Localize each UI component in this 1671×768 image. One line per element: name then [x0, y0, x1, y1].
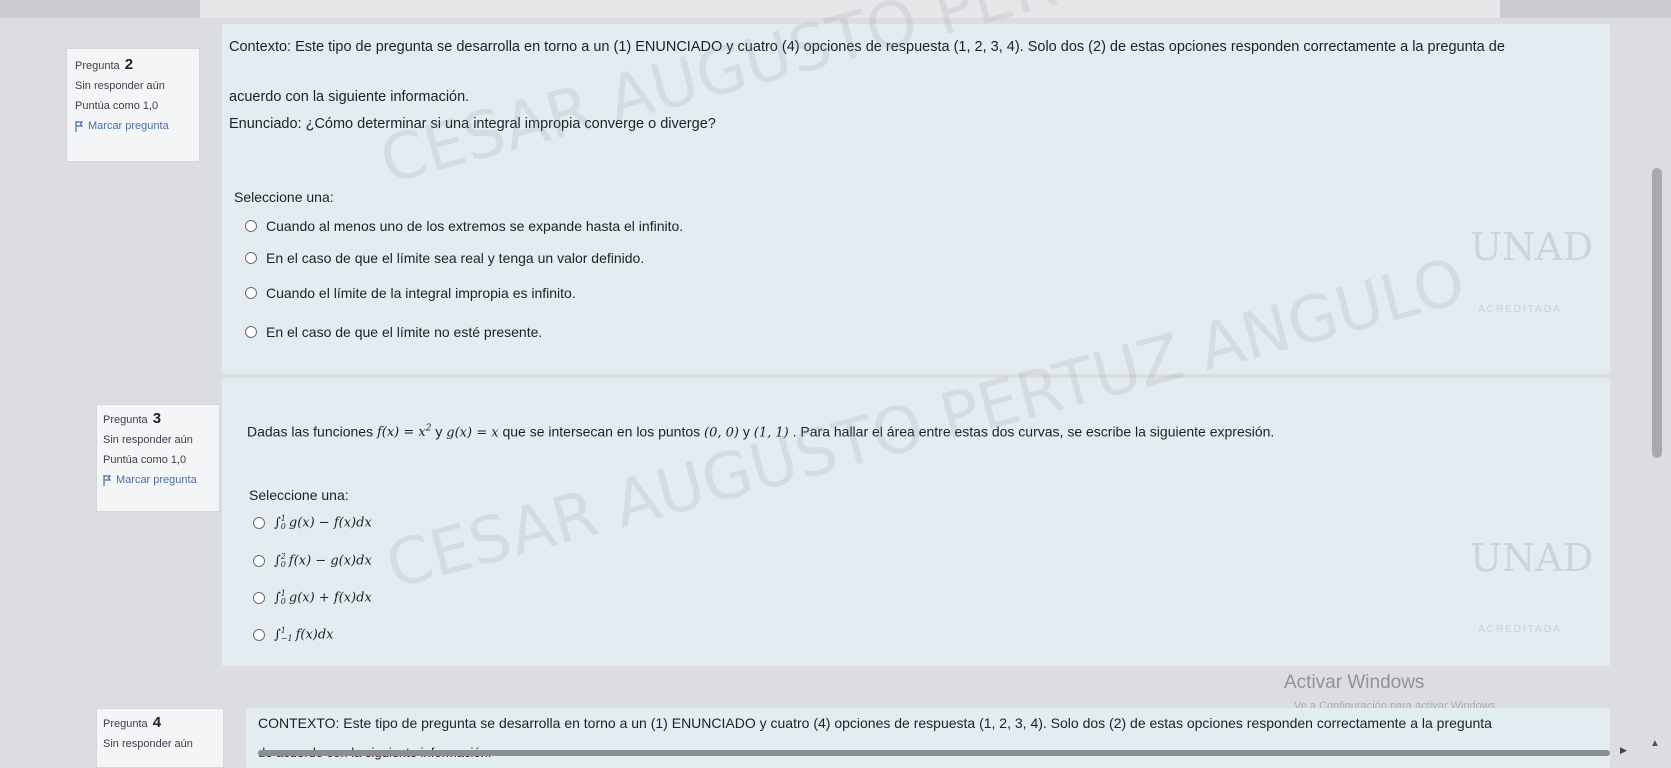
question-info-3: Pregunta 3 Sin responder aún Puntúa como…: [96, 404, 220, 512]
select-prompt: Seleccione una:: [234, 189, 334, 205]
question-text-line: Enunciado: ¿Cómo determinar si una integ…: [229, 116, 716, 132]
flag-question-button[interactable]: Marcar pregunta: [103, 470, 213, 490]
answer-option[interactable]: En el caso de que el límite no esté pres…: [245, 324, 542, 340]
question-number: Pregunta 3: [103, 410, 162, 427]
answer-option[interactable]: En el caso de que el límite sea real y t…: [245, 250, 644, 266]
question-points: Puntúa como 1,0: [103, 454, 187, 466]
radio-button[interactable]: [253, 555, 265, 567]
text-part: y: [742, 423, 750, 440]
text-part: y: [435, 423, 443, 440]
flag-question-button[interactable]: Marcar pregunta: [75, 116, 191, 136]
flag-icon: [103, 474, 112, 486]
radio-button[interactable]: [245, 220, 257, 232]
vertical-scrollbar-thumb[interactable]: [1652, 168, 1662, 458]
answer-option[interactable]: Cuando el límite de la integral impropia…: [245, 285, 576, 301]
radio-button[interactable]: [245, 287, 257, 299]
question-info-2: Pregunta 2 Sin responder aún Puntúa como…: [66, 48, 200, 162]
flag-label: Marcar pregunta: [88, 120, 169, 132]
answer-option[interactable]: ∫ 1 −1 f(x)dx: [253, 627, 334, 643]
select-prompt: Seleccione una:: [249, 487, 349, 503]
answer-option[interactable]: Cuando al menos uno de los extremos se e…: [245, 218, 683, 234]
radio-button[interactable]: [253, 592, 265, 604]
question-text-line: Contexto: Este tipo de pregunta se desar…: [229, 39, 1505, 55]
integral-expression: ∫ 1 −1 f(x)dx: [274, 626, 334, 643]
option-label: Cuando al menos uno de los extremos se e…: [266, 218, 684, 234]
function-f: f(x) = x2: [376, 424, 432, 441]
answer-option[interactable]: ∫ 2 0 f(x) − g(x)dx: [253, 553, 372, 569]
scroll-up-arrow-icon[interactable]: ▲: [1650, 738, 1660, 749]
radio-button[interactable]: [253, 629, 265, 641]
flag-label: Marcar pregunta: [116, 474, 197, 486]
exponent: 2: [425, 424, 432, 434]
text-part: que se intersecan en los puntos: [502, 423, 701, 440]
answer-option[interactable]: ∫ 1 0 g(x) + f(x)dx: [253, 590, 372, 606]
question-content-2: [222, 24, 1610, 374]
function-g: g(x) = x: [446, 425, 499, 441]
horizontal-scrollbar-thumb[interactable]: [258, 750, 1610, 756]
top-band: [0, 0, 1671, 18]
point-1: (0, 0): [704, 425, 739, 441]
answer-option[interactable]: ∫ 1 0 g(x) − f(x)dx: [253, 515, 372, 531]
windows-activation-title: Activar Windows: [1284, 672, 1425, 693]
flag-icon: [75, 120, 84, 132]
question-status: Sin responder aún: [103, 434, 193, 446]
integral-expression: ∫ 2 0 f(x) − g(x)dx: [274, 552, 372, 569]
radio-button[interactable]: [253, 517, 265, 529]
question-number: Pregunta 2: [75, 56, 134, 73]
radio-button[interactable]: [245, 252, 257, 264]
question-status: Sin responder aún: [103, 738, 193, 750]
integral-expression: ∫ 1 0 g(x) + f(x)dx: [274, 589, 372, 606]
question-info-4: Pregunta 4 Sin responder aún: [96, 708, 224, 768]
integral-expression: ∫ 1 0 g(x) − f(x)dx: [274, 514, 372, 531]
option-label: Cuando el límite de la integral impropia…: [266, 285, 576, 301]
question-text-line: CONTEXTO: Este tipo de pregunta se desar…: [258, 715, 1492, 731]
question-status: Sin responder aún: [75, 80, 165, 92]
question-text-line: acuerdo con la siguiente información.: [229, 89, 470, 105]
text-part: . Para hallar el área entre estas dos cu…: [792, 423, 1275, 440]
radio-button[interactable]: [245, 326, 257, 338]
question-points: Puntúa como 1,0: [75, 100, 159, 112]
question-number: Pregunta 4: [103, 714, 162, 731]
option-label: En el caso de que el límite sea real y t…: [266, 250, 645, 266]
scroll-right-arrow-icon[interactable]: ▶: [1620, 745, 1627, 756]
question-text: Dadas las funciones f(x) = x2 y g(x) = x…: [247, 420, 1274, 442]
top-band-highlight: [200, 0, 1500, 18]
point-2: (1, 1): [753, 425, 789, 441]
option-label: En el caso de que el límite no esté pres…: [266, 324, 543, 340]
text-part: Dadas las funciones: [247, 423, 374, 440]
